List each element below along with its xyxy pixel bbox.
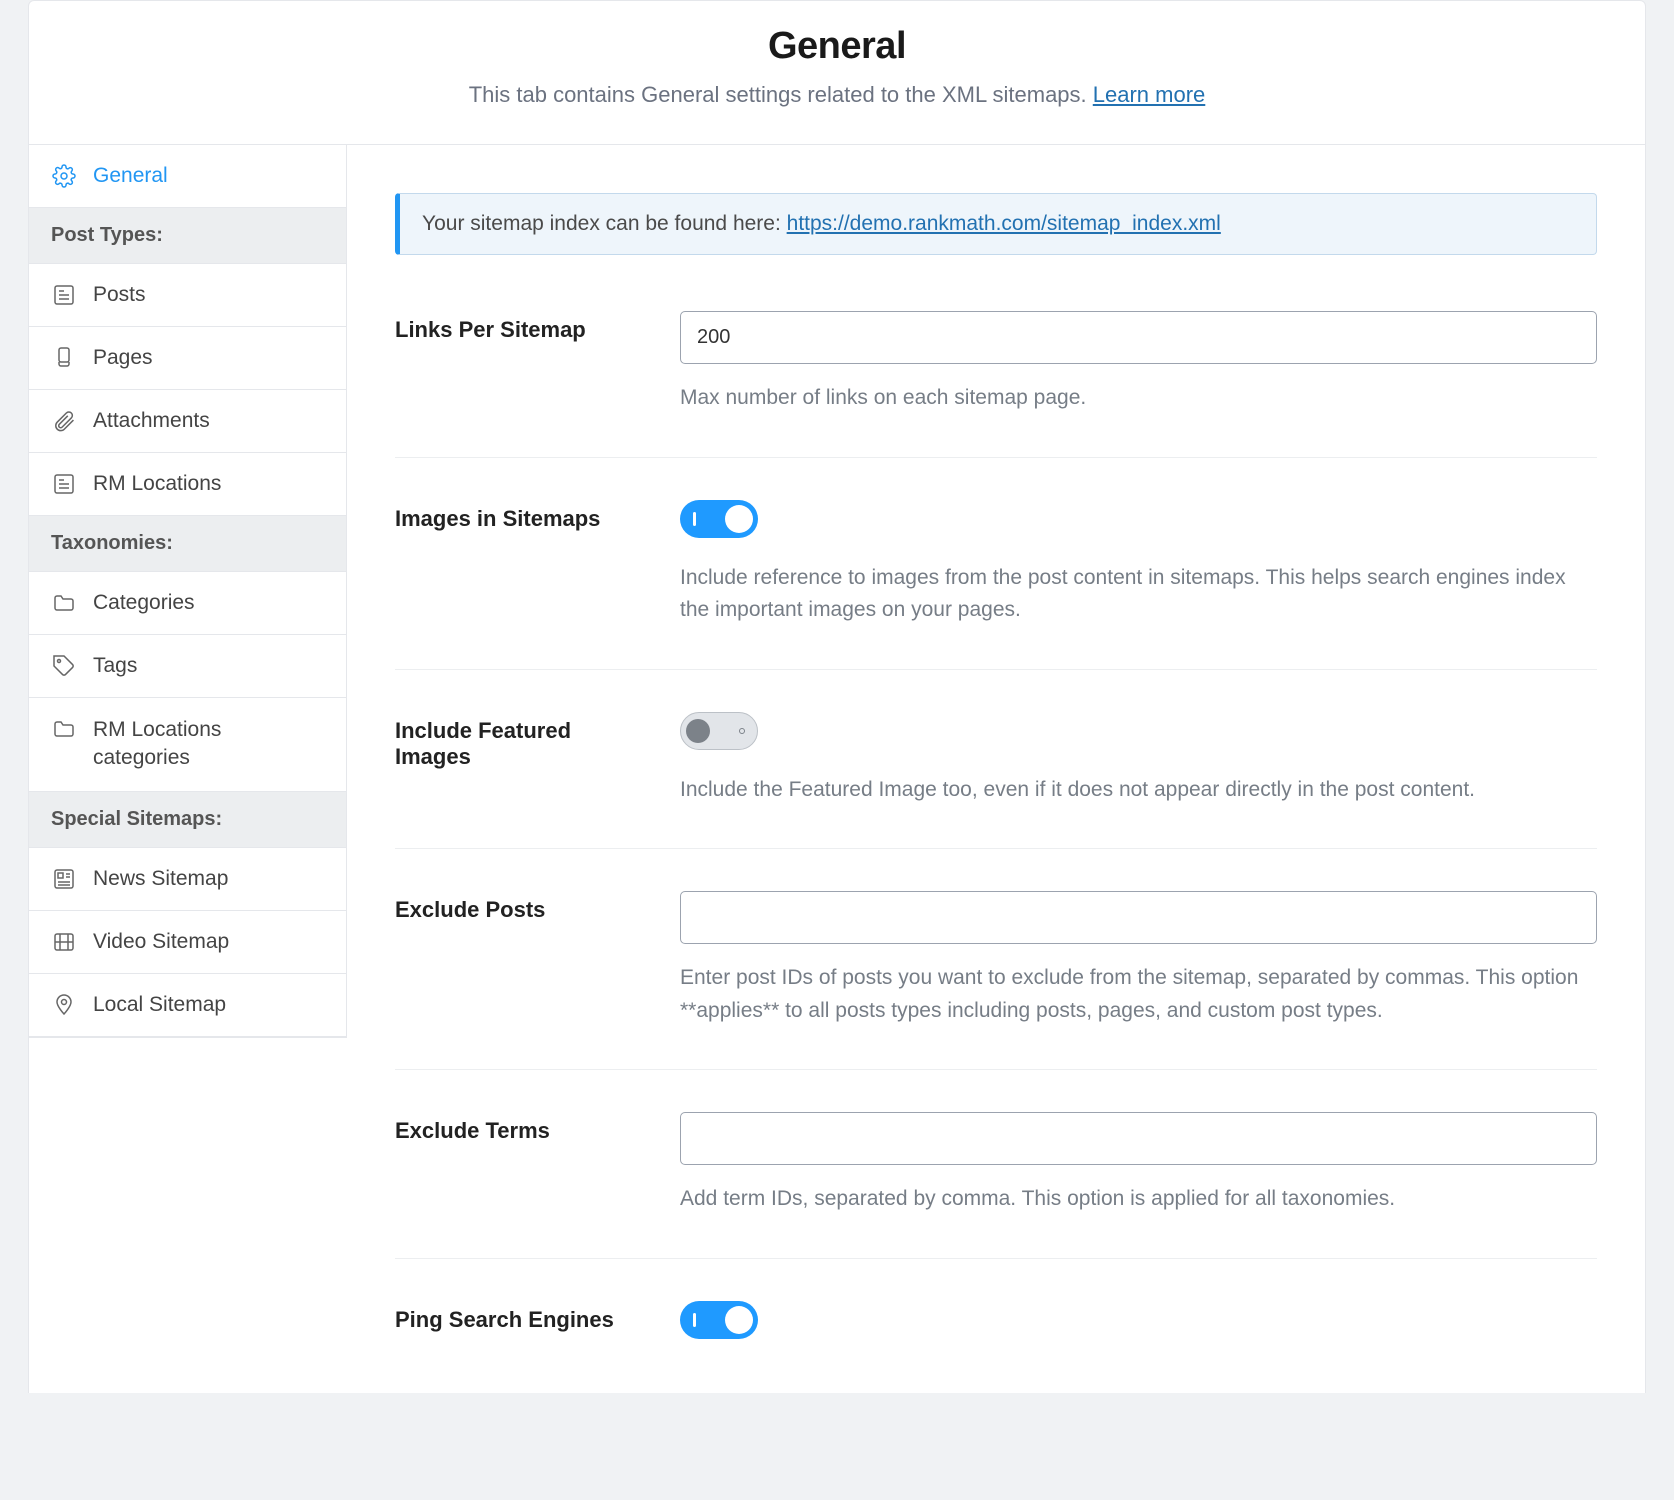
sidebar-item-rm-locations-categories[interactable]: RM Locations categories [29,698,346,792]
ping-search-engines-toggle[interactable] [680,1301,758,1339]
sidebar-item-rm-locations[interactable]: RM Locations [29,453,346,516]
page-title: General [69,25,1605,68]
field-exclude-terms: Exclude Terms Add term IDs, separated by… [395,1112,1597,1259]
learn-more-link[interactable]: Learn more [1093,82,1206,107]
field-help: Include reference to images from the pos… [680,562,1597,627]
exclude-terms-input[interactable] [680,1112,1597,1165]
field-label: Links Per Sitemap [395,311,650,343]
field-help: Add term IDs, separated by comma. This o… [680,1183,1597,1216]
sidebar-item-label: Local Sitemap [93,993,226,1017]
sidebar-item-label: Attachments [93,409,210,433]
field-ping-search-engines: Ping Search Engines [395,1301,1597,1345]
links-per-sitemap-input[interactable] [680,311,1597,364]
sidebar-item-attachments[interactable]: Attachments [29,390,346,453]
include-featured-images-toggle[interactable] [680,712,758,750]
sidebar-item-local-sitemap[interactable]: Local Sitemap [29,974,346,1037]
sidebar-item-label: Categories [93,591,195,615]
folder-icon [51,716,77,742]
sitemap-url-link[interactable]: https://demo.rankmath.com/sitemap_index.… [787,212,1221,235]
images-in-sitemaps-toggle[interactable] [680,500,758,538]
sidebar-item-news-sitemap[interactable]: News Sitemap [29,848,346,911]
field-help: Include the Featured Image too, even if … [680,774,1597,807]
field-label: Exclude Terms [395,1112,650,1144]
sidebar-item-label: General [93,164,168,188]
post-icon [51,471,77,497]
sidebar-item-label: News Sitemap [93,867,228,891]
map-pin-icon [51,992,77,1018]
sidebar-item-label: Pages [93,346,153,370]
sidebar-item-label: Tags [93,654,137,678]
toggle-off-indicator-icon [739,728,745,734]
sidebar-section-taxonomies: Taxonomies: [29,516,346,572]
page-header: General This tab contains General settin… [28,0,1646,145]
sidebar-item-label: Posts [93,283,146,307]
field-images-in-sitemaps: Images in Sitemaps Include reference to … [395,500,1597,670]
sidebar-item-general[interactable]: General [29,145,346,208]
sidebar-item-label: RM Locations [93,472,221,496]
attachment-icon [51,408,77,434]
page-icon [51,345,77,371]
gear-icon [51,163,77,189]
field-label: Ping Search Engines [395,1301,650,1333]
news-icon [51,866,77,892]
field-include-featured-images: Include Featured Images Include the Feat… [395,712,1597,850]
field-label: Images in Sitemaps [395,500,650,532]
toggle-knob-icon [725,505,753,533]
sidebar-item-categories[interactable]: Categories [29,572,346,635]
post-icon [51,282,77,308]
field-help: Enter post IDs of posts you want to excl… [680,962,1597,1027]
settings-sidebar: General Post Types: Posts Pages Attac [29,145,347,1038]
field-help: Max number of links on each sitemap page… [680,382,1597,415]
sitemap-notice: Your sitemap index can be found here: ht… [395,193,1597,255]
video-icon [51,929,77,955]
field-label: Include Featured Images [395,712,650,770]
field-exclude-posts: Exclude Posts Enter post IDs of posts yo… [395,891,1597,1070]
sidebar-item-posts[interactable]: Posts [29,264,346,327]
notice-text: Your sitemap index can be found here: [422,212,787,235]
toggle-knob-icon [725,1306,753,1334]
sidebar-item-label: RM Locations categories [93,716,324,773]
field-links-per-sitemap: Links Per Sitemap Max number of links on… [395,311,1597,458]
toggle-knob-icon [686,719,710,743]
toggle-on-indicator-icon [693,1313,696,1327]
page-subtitle: This tab contains General settings relat… [69,82,1605,108]
sidebar-item-tags[interactable]: Tags [29,635,346,698]
sidebar-section-special: Special Sitemaps: [29,792,346,848]
toggle-on-indicator-icon [693,512,696,526]
sidebar-item-pages[interactable]: Pages [29,327,346,390]
field-label: Exclude Posts [395,891,650,923]
sidebar-section-post-types: Post Types: [29,208,346,264]
exclude-posts-input[interactable] [680,891,1597,944]
tag-icon [51,653,77,679]
sidebar-item-label: Video Sitemap [93,930,229,954]
sidebar-item-video-sitemap[interactable]: Video Sitemap [29,911,346,974]
folder-icon [51,590,77,616]
subtitle-text: This tab contains General settings relat… [469,82,1093,107]
settings-main: Your sitemap index can be found here: ht… [347,145,1645,1393]
